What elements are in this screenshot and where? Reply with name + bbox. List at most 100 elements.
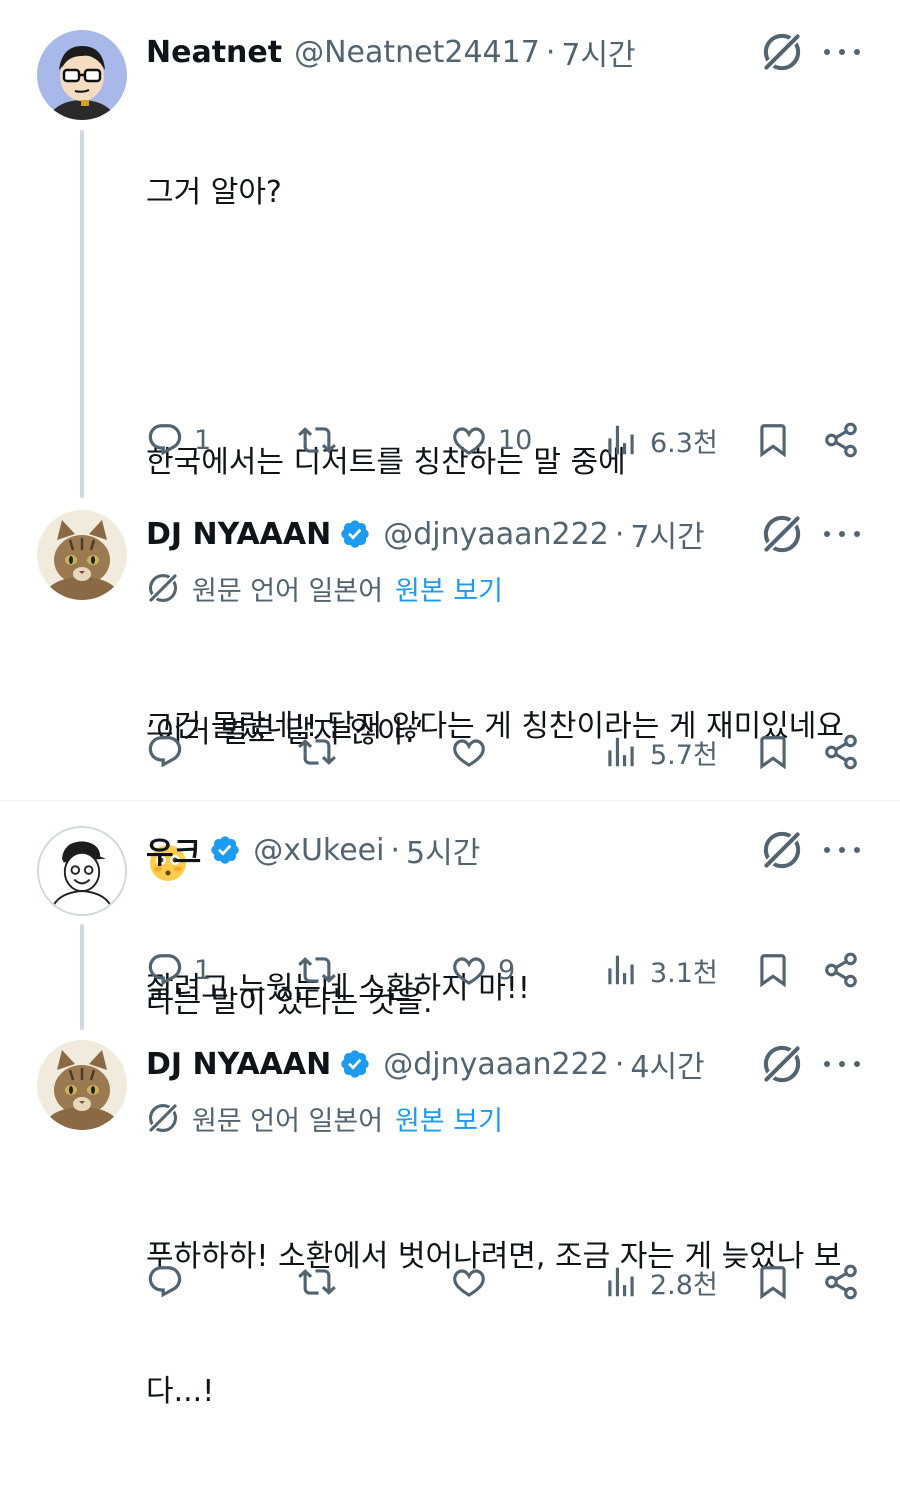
- share-button[interactable]: [822, 1260, 860, 1304]
- timestamp[interactable]: 7시간: [561, 30, 635, 74]
- author-name[interactable]: 우크: [146, 828, 201, 872]
- share-icon: [822, 421, 860, 459]
- like-button[interactable]: 9: [450, 948, 515, 992]
- retweet-icon: [298, 733, 336, 771]
- translation-language: 원문 언어 일본어: [192, 575, 384, 607]
- action-bar: 1 9 3.1천: [146, 948, 866, 992]
- bookmark-button[interactable]: [754, 948, 792, 992]
- action-bar: 1 10 6.3천: [146, 418, 866, 462]
- show-original-link[interactable]: 원본 보기: [395, 569, 503, 608]
- author-handle[interactable]: @djnyaaan222: [383, 1047, 609, 1082]
- bookmark-button[interactable]: [754, 730, 792, 774]
- retweet-icon: [298, 1263, 336, 1301]
- grok-icon[interactable]: [760, 1042, 804, 1086]
- bookmark-icon: [754, 951, 792, 989]
- timestamp[interactable]: 7시간: [630, 512, 704, 556]
- share-button[interactable]: [822, 730, 860, 774]
- tweet[interactable]: DJ NYAAAN @djnyaaan222 · 7시간 원문 언어 일본어 원…: [0, 500, 900, 800]
- more-options-button[interactable]: [824, 30, 860, 74]
- text-line: 그거 알아?: [146, 175, 282, 210]
- verified-badge-icon: [339, 1048, 371, 1080]
- reply-button[interactable]: [146, 1260, 184, 1304]
- show-original-link[interactable]: 원본 보기: [395, 1099, 503, 1138]
- view-count: 6.3천: [650, 427, 718, 459]
- reply-button[interactable]: [146, 730, 184, 774]
- action-bar: 5.7천: [146, 730, 866, 774]
- bookmark-button[interactable]: [754, 418, 792, 462]
- separator-dot: ·: [545, 34, 556, 70]
- retweet-button[interactable]: [298, 1260, 336, 1304]
- tweet-header: 우크 @xUkeei · 5시간: [146, 828, 480, 872]
- grok-icon[interactable]: [760, 512, 804, 556]
- tweet[interactable]: DJ NYAAAN @djnyaaan222 · 4시간 원문 언어 일본어 원…: [0, 1030, 900, 1409]
- timestamp[interactable]: 4시간: [630, 1042, 704, 1086]
- separator-dot: ·: [614, 516, 625, 552]
- views-icon: [602, 733, 640, 771]
- reply-count: 1: [194, 424, 212, 456]
- separator-dot: ·: [614, 1046, 625, 1082]
- thread-line: [80, 924, 84, 1030]
- avatar[interactable]: [37, 30, 127, 120]
- translation-notice: 원문 언어 일본어 원본 보기: [146, 568, 503, 608]
- like-count: 9: [498, 954, 516, 986]
- author-handle[interactable]: @djnyaaan222: [383, 517, 609, 552]
- avatar[interactable]: [37, 826, 127, 916]
- retweet-button[interactable]: [298, 948, 336, 992]
- view-count: 2.8천: [650, 1269, 718, 1301]
- translation-notice: 원문 언어 일본어 원본 보기: [146, 1098, 503, 1138]
- reply-count: 1: [194, 954, 212, 986]
- view-count: 3.1천: [650, 957, 718, 989]
- views-icon: [602, 951, 640, 989]
- translation-language: 원문 언어 일본어: [192, 1105, 384, 1137]
- reply-icon: [146, 421, 184, 459]
- more-options-button[interactable]: [824, 828, 860, 872]
- views-icon: [602, 421, 640, 459]
- like-button[interactable]: [450, 1260, 488, 1304]
- views-button[interactable]: 5.7천: [602, 730, 718, 774]
- avatar[interactable]: [37, 1040, 127, 1130]
- heart-icon: [450, 1263, 488, 1301]
- author-handle[interactable]: @xUkeei: [253, 833, 384, 868]
- bookmark-icon: [754, 733, 792, 771]
- tweet-text: 푸하하하! 소환에서 벗어나려면, 조금 자는 게 늦었나 보 다...!: [146, 1144, 866, 1504]
- grok-icon[interactable]: [760, 828, 804, 872]
- more-options-button[interactable]: [824, 512, 860, 556]
- retweet-icon: [298, 421, 336, 459]
- avatar[interactable]: [37, 510, 127, 600]
- views-button[interactable]: 6.3천: [602, 418, 718, 462]
- share-button[interactable]: [822, 948, 860, 992]
- reply-button[interactable]: 1: [146, 948, 211, 992]
- tweet[interactable]: Neatnet @Neatnet24417 · 7시간 그거 알아? 한국에서는…: [0, 0, 900, 1020]
- views-button[interactable]: 2.8천: [602, 1260, 718, 1304]
- share-button[interactable]: [822, 418, 860, 462]
- action-bar: 2.8천: [146, 1260, 866, 1304]
- bookmark-button[interactable]: [754, 1260, 792, 1304]
- heart-icon: [450, 421, 488, 459]
- tweet[interactable]: 우크 @xUkeei · 5시간 잘려고 누웠는데 소환하지 마!! 1 9 3…: [0, 800, 900, 1030]
- author-handle[interactable]: @Neatnet24417: [294, 35, 540, 70]
- heart-icon: [450, 951, 488, 989]
- reply-button[interactable]: 1: [146, 418, 211, 462]
- grok-icon[interactable]: [760, 30, 804, 74]
- share-icon: [822, 733, 860, 771]
- author-name[interactable]: DJ NYAAAN: [146, 1047, 331, 1082]
- timestamp[interactable]: 5시간: [406, 828, 480, 872]
- views-button[interactable]: 3.1천: [602, 948, 718, 992]
- grok-translate-icon: [146, 571, 180, 605]
- verified-badge-icon: [209, 834, 241, 866]
- retweet-button[interactable]: [298, 730, 336, 774]
- bookmark-icon: [754, 421, 792, 459]
- retweet-button[interactable]: [298, 418, 336, 462]
- separator-dot: ·: [390, 832, 401, 868]
- views-icon: [602, 1263, 640, 1301]
- tweet-header: DJ NYAAAN @djnyaaan222 · 7시간: [146, 512, 705, 556]
- text-line: 다...!: [146, 1374, 215, 1409]
- more-options-button[interactable]: [824, 1042, 860, 1086]
- view-count: 5.7천: [650, 739, 718, 771]
- author-name[interactable]: Neatnet: [146, 35, 282, 70]
- verified-badge-icon: [339, 518, 371, 550]
- author-name[interactable]: DJ NYAAAN: [146, 517, 331, 552]
- heart-icon: [450, 733, 488, 771]
- like-button[interactable]: [450, 730, 488, 774]
- like-button[interactable]: 10: [450, 418, 532, 462]
